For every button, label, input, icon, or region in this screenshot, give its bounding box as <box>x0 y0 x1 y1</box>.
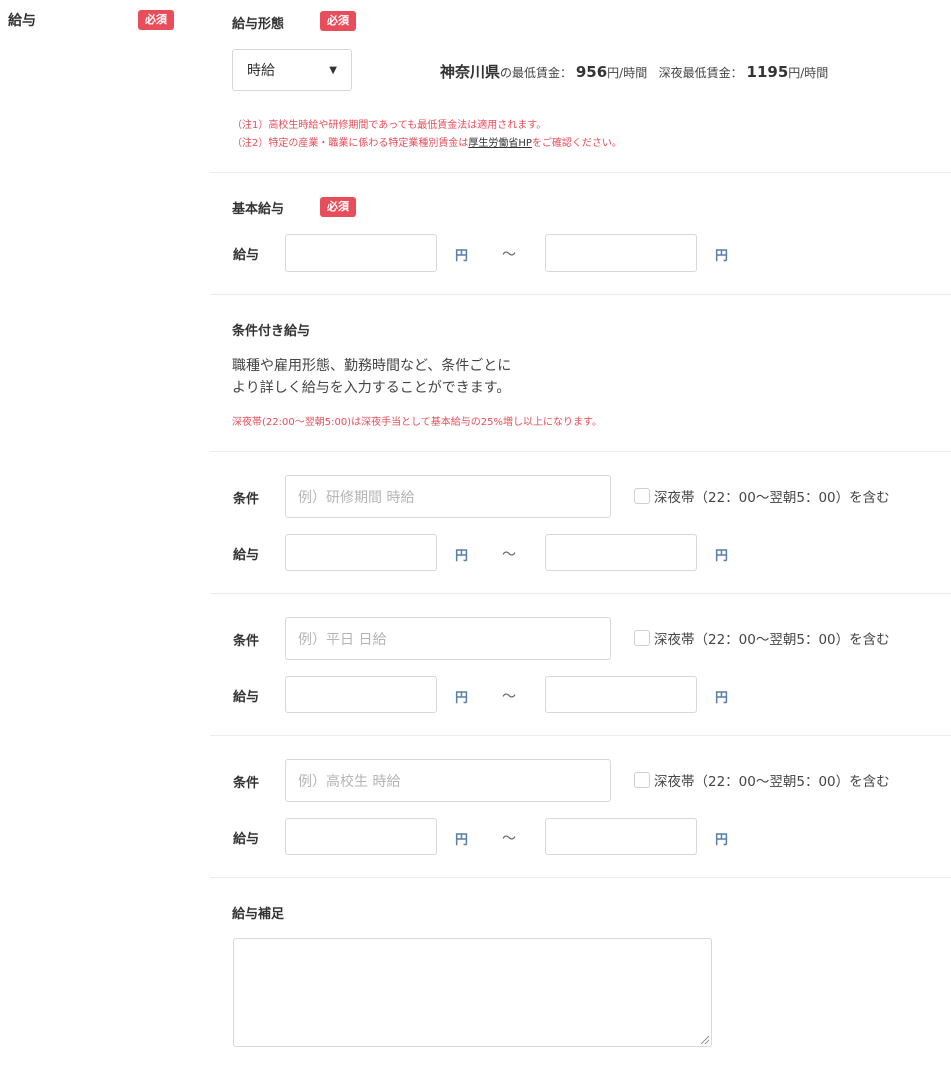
pay-label: 給与 <box>233 548 260 563</box>
night-checkbox-label: 深夜帯（22：00～翌朝5：00）を含む <box>654 774 890 790</box>
yen-unit: 円 <box>715 833 729 848</box>
divider <box>210 735 951 736</box>
checkbox[interactable] <box>634 630 650 646</box>
yen-unit: 円 <box>455 549 469 564</box>
divider <box>210 294 951 295</box>
basic-pay-title: 基本給与 <box>232 202 285 217</box>
yen-unit: 円 <box>715 549 729 564</box>
condition-label: 条件 <box>233 634 260 649</box>
min-wage-unit: 円/時間 <box>607 66 648 80</box>
night-min-wage-unit: 円/時間 <box>788 66 829 80</box>
basic-pay-max-input[interactable] <box>545 234 697 272</box>
pay-min-input[interactable] <box>285 676 437 713</box>
pay-supplement-textarea[interactable] <box>233 938 712 1047</box>
pay-type-required-badge: 必須 <box>320 11 356 31</box>
pay-type-select[interactable]: 時給 ▼ <box>232 49 352 91</box>
night-min-wage-value: 1195 <box>746 63 789 81</box>
divider <box>210 172 951 173</box>
basic-pay-label: 給与 <box>233 248 260 263</box>
night-checkbox-label: 深夜帯（22：00～翌朝5：00）を含む <box>654 490 890 506</box>
pay-type-selected-value: 時給 <box>247 63 275 79</box>
min-wage-value: 956 <box>575 63 608 81</box>
range-tilde: ～ <box>502 547 516 563</box>
yen-unit: 円 <box>715 691 729 706</box>
condition-input[interactable]: 例）平日 日給 <box>285 617 611 660</box>
basic-pay-required-badge: 必須 <box>320 197 356 217</box>
required-badge: 必須 <box>138 10 174 30</box>
pay-type-title: 給与形態 <box>232 17 285 32</box>
condition-input[interactable]: 例）研修期間 時給 <box>285 475 611 518</box>
range-tilde: ～ <box>502 831 516 847</box>
night-allowance-note: 深夜帯(22:00～翌朝5:00)は深夜手当として基本給与の25%増し以上になり… <box>232 417 603 428</box>
min-wage-label: の最低賃金： <box>500 66 573 80</box>
pay-label: 給与 <box>233 832 260 847</box>
checkbox[interactable] <box>634 488 650 504</box>
divider <box>210 593 951 594</box>
condition-label: 条件 <box>233 776 260 791</box>
conditional-pay-title: 条件付き給与 <box>232 324 311 339</box>
basic-pay-min-input[interactable] <box>285 234 437 272</box>
condition-input[interactable]: 例）高校生 時給 <box>285 759 611 802</box>
prefecture-name: 神奈川県 <box>440 63 501 81</box>
night-checkbox-row[interactable]: 深夜帯（22：00～翌朝5：00）を含む <box>634 628 890 648</box>
yen-unit: 円 <box>455 249 469 264</box>
range-tilde: ～ <box>502 247 516 263</box>
night-min-wage-label: 深夜最低賃金： <box>658 66 743 80</box>
note-1: （注1）高校生時給や研修期間であっても最低賃金法は適用されます。 <box>232 120 547 131</box>
range-tilde: ～ <box>502 689 516 705</box>
yen-unit: 円 <box>455 691 469 706</box>
pay-max-input[interactable] <box>545 534 697 571</box>
yen-unit: 円 <box>455 833 469 848</box>
night-checkbox-label: 深夜帯（22：00～翌朝5：00）を含む <box>654 632 890 648</box>
pay-max-input[interactable] <box>545 676 697 713</box>
divider <box>210 451 951 452</box>
mhlw-link[interactable]: 厚生労働省HP <box>468 138 532 149</box>
note-2: （注2）特定の産業・職業に係わる特定業種別賃金は厚生労働省HPをご確認ください。 <box>232 134 622 149</box>
min-wage-info: 神奈川県の最低賃金： 956円/時間 深夜最低賃金： 1195円/時間 <box>440 61 828 82</box>
divider <box>210 877 951 878</box>
caret-down-icon: ▼ <box>329 64 337 76</box>
pay-min-input[interactable] <box>285 534 437 571</box>
condition-placeholder: 例）高校生 時給 <box>298 773 401 790</box>
night-checkbox-row[interactable]: 深夜帯（22：00～翌朝5：00）を含む <box>634 486 890 506</box>
pay-min-input[interactable] <box>285 818 437 855</box>
pay-supplement-title: 給与補足 <box>232 907 285 922</box>
checkbox[interactable] <box>634 772 650 788</box>
description-line: 職種や雇用形態、勤務時間など、条件ごとに <box>232 358 512 374</box>
conditional-pay-description: 職種や雇用形態、勤務時間など、条件ごとに より詳しく給与を入力することができます… <box>232 355 511 399</box>
resize-handle-icon[interactable] <box>701 1036 709 1044</box>
pay-label: 給与 <box>233 690 260 705</box>
note-2-suffix: をご確認ください。 <box>531 138 622 149</box>
description-line: より詳しく給与を入力することができます。 <box>232 380 511 396</box>
condition-label: 条件 <box>233 492 260 507</box>
yen-unit: 円 <box>715 249 729 264</box>
field-label-salary: 給与 <box>8 13 36 29</box>
condition-placeholder: 例）平日 日給 <box>298 631 387 648</box>
condition-placeholder: 例）研修期間 時給 <box>298 489 415 506</box>
pay-max-input[interactable] <box>545 818 697 855</box>
night-checkbox-row[interactable]: 深夜帯（22：00～翌朝5：00）を含む <box>634 770 890 790</box>
note-2-prefix: （注2）特定の産業・職業に係わる特定業種別賃金は <box>232 138 469 149</box>
